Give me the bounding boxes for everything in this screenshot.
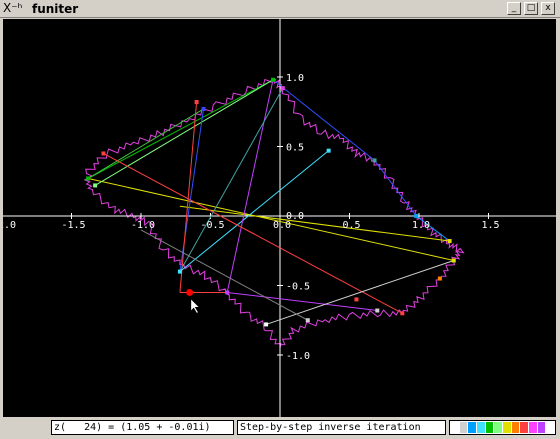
iteration-point (400, 311, 405, 316)
maximize-button[interactable]: □ (524, 2, 538, 15)
julia-set-boundary (83, 78, 465, 349)
x-tick-label: 1.5 (481, 220, 499, 231)
iteration-point (326, 148, 331, 153)
iteration-segment (87, 79, 274, 179)
palette-swatch[interactable] (529, 422, 537, 433)
iteration-point (101, 151, 106, 156)
y-tick-label: 0.0 (286, 211, 304, 222)
iteration-point (354, 297, 359, 302)
mouse-cursor-icon (190, 297, 201, 315)
minimize-button[interactable]: _ (507, 2, 521, 15)
iteration-point (194, 100, 199, 105)
palette-swatch[interactable] (537, 422, 546, 433)
iteration-point (451, 258, 456, 263)
z-value-readout: z( 24) = (1.05 + -0.01i) (51, 420, 234, 435)
palette-swatch[interactable] (546, 422, 555, 433)
iteration-point (305, 318, 310, 323)
iteration-segment (227, 291, 378, 312)
x-tick-label: -1.0 (131, 220, 155, 231)
x-tick-label: -1.5 (61, 220, 85, 231)
iteration-point (447, 239, 452, 244)
iteration-point (86, 176, 91, 181)
color-palette[interactable] (449, 420, 556, 435)
iteration-point (280, 86, 285, 91)
window-title: funiter (32, 2, 79, 16)
iteration-point (225, 290, 230, 295)
palette-swatch[interactable] (468, 422, 477, 433)
iteration-segment (94, 79, 274, 186)
iteration-point (375, 308, 380, 313)
y-tick-label: 0.5 (286, 143, 304, 154)
julia-set-plot[interactable]: -2.0 -1.5 -1.0 -0.5 0.0 0.5 1.0 1.5 1.0 0.5 -0.5 -1… (0, 19, 556, 417)
x-tick-label: 1.0 (412, 220, 430, 231)
x-tick-label: 0.5 (342, 220, 360, 231)
iteration-segment (140, 229, 309, 321)
iteration-segment (226, 79, 274, 293)
iteration-point (414, 214, 419, 218)
status-bar: z( 24) = (1.05 + -0.01i) Step-by-step in… (0, 417, 560, 439)
palette-swatch[interactable] (520, 422, 529, 433)
close-button[interactable]: x (541, 2, 555, 15)
iteration-point (177, 269, 182, 274)
palette-swatch[interactable] (485, 422, 494, 433)
palette-swatch[interactable] (503, 422, 511, 433)
x-tick-label: -0.5 (200, 220, 224, 231)
palette-swatch[interactable] (511, 422, 520, 433)
y-tick-label: -1.0 (286, 351, 310, 362)
palette-swatch[interactable] (494, 422, 503, 433)
iteration-point (271, 77, 276, 82)
title-bar[interactable]: X⁻ʰ funiter _ □ x (0, 0, 560, 18)
iteration-point (437, 276, 442, 281)
y-tick-label: 1.0 (286, 73, 304, 84)
iteration-point (264, 322, 269, 327)
iteration-point (372, 158, 377, 163)
mode-indicator[interactable]: Step-by-step inverse iteration (237, 420, 446, 435)
iteration-point (201, 106, 206, 111)
current-point-marker (186, 288, 194, 296)
x-tick-label: -2.0 (3, 220, 16, 231)
palette-swatch[interactable] (459, 422, 468, 433)
y-tick-label: -0.5 (286, 282, 310, 293)
palette-swatch[interactable] (477, 422, 485, 433)
x-window-icon[interactable]: X⁻ʰ (3, 1, 31, 16)
plot-canvas[interactable]: -2.0 -1.5 -1.0 -0.5 0.0 0.5 1.0 1.5 1.0 0.5 -0.5 -1… (0, 19, 556, 417)
iteration-segment (374, 160, 417, 217)
iteration-segment (87, 108, 204, 179)
palette-swatch[interactable] (451, 422, 459, 433)
iteration-point (93, 183, 98, 188)
